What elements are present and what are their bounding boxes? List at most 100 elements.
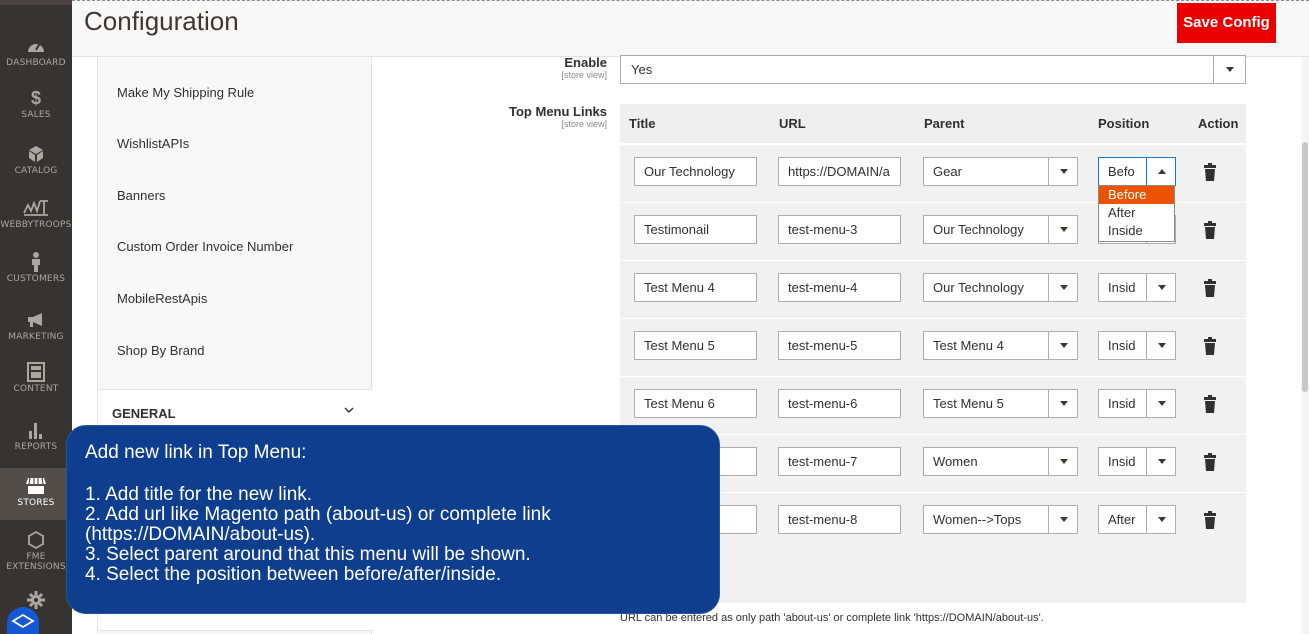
tab-custom-order-invoice-number[interactable]: Custom Order Invoice Number [117,239,293,254]
position-option-after[interactable]: After [1099,204,1174,222]
title-input[interactable]: Test Menu 4 [634,273,757,302]
chevron-down-icon [344,407,354,413]
url-input[interactable]: test-menu-3 [778,215,901,244]
fme-badge-icon[interactable] [7,607,39,634]
chevron-down-icon [1048,390,1077,417]
person-icon [32,252,40,272]
position-select[interactable]: Insid [1098,447,1176,476]
position-select-value: Insid [1108,454,1136,469]
url-input[interactable]: test-menu-4 [778,273,901,302]
chevron-down-icon [1146,448,1175,475]
top-menu-links-field-label: Top Menu Links [store view] [447,105,607,130]
title-input-value: Test Menu 5 [644,338,715,353]
chevron-down-icon [1146,390,1175,417]
position-dropdown-list[interactable]: Before After Inside [1098,185,1175,242]
position-select-value: After [1108,512,1136,527]
delete-row-trash-icon[interactable] [1203,395,1217,413]
nav-webbytroops[interactable]: WEBBYTROOPS [0,198,72,230]
title-input[interactable]: Test Menu 6 [634,389,757,418]
url-input[interactable]: https://DOMAIN/a [778,157,901,186]
parent-select[interactable]: Gear [923,157,1078,186]
position-select[interactable]: Insid [1098,273,1176,302]
tab-make-my-shipping-rule[interactable]: Make My Shipping Rule [117,85,254,100]
parent-select[interactable]: Test Menu 5 [923,389,1078,418]
tooltip-steps: 1. Add title for the new link. 2. Add ur… [85,485,701,585]
parent-select-value: Gear [933,164,962,179]
position-option-before[interactable]: Before [1099,186,1174,204]
position-select[interactable]: Insid [1098,331,1176,360]
nav-content[interactable]: CONTENT [0,362,72,394]
title-input[interactable]: Testimonail [634,215,757,244]
tooltip-step: 4. Select the position between before/af… [85,564,502,585]
nav-stores[interactable]: STORES [0,468,72,520]
url-input-value: test-menu-8 [788,512,858,527]
nav-marketing[interactable]: MARKETING [0,310,72,342]
delete-row-trash-icon[interactable] [1203,337,1217,355]
scrollbar-thumb[interactable] [1302,142,1308,392]
position-option-inside[interactable]: Inside [1099,222,1174,240]
save-config-button[interactable]: Save Config [1177,3,1276,43]
delete-row-trash-icon[interactable] [1203,163,1217,181]
url-input[interactable]: test-menu-5 [778,331,901,360]
position-select[interactable]: After [1098,505,1176,534]
enable-field-label: Enable [store view] [447,56,607,81]
position-select-value: Befo [1108,164,1135,179]
nav-label: EXTENSIONS [6,562,66,572]
url-input[interactable]: test-menu-8 [778,505,901,534]
nav-label: CUSTOMERS [6,274,66,284]
title-input[interactable]: Test Menu 5 [634,331,757,360]
title-input[interactable]: Our Technology [634,157,757,186]
chevron-down-icon [1146,332,1175,359]
parent-select[interactable]: Women-->Tops [923,505,1078,534]
megaphone-icon [28,313,42,327]
parent-select[interactable]: Our Technology [923,273,1078,302]
nav-reports[interactable]: REPORTS [0,420,72,452]
position-select-value: Insid [1108,396,1136,411]
delete-row-trash-icon[interactable] [1203,453,1217,471]
nav-dashboard[interactable]: DASHBOARD [0,36,72,68]
url-input-value: test-menu-7 [788,454,858,469]
nav-label: CATALOG [14,166,58,176]
table-header: Title URL Parent Position Action [620,104,1246,144]
url-input[interactable]: test-menu-6 [778,389,901,418]
delete-row-trash-icon[interactable] [1203,221,1217,239]
chevron-down-icon [1146,274,1175,301]
enable-select[interactable]: Yes [620,55,1246,84]
nav-catalog[interactable]: CATALOG [0,144,72,176]
nav-sales[interactable]: $ SALES [0,88,72,120]
column-header-title: Title [629,116,656,131]
title-input-value: Test Menu 4 [644,280,715,295]
enable-select-value: Yes [631,62,653,77]
delete-row-trash-icon[interactable] [1203,511,1217,529]
tab-banners[interactable]: Banners [117,188,165,203]
chevron-down-icon [1048,332,1077,359]
url-input-value: test-menu-4 [788,280,858,295]
nav-label: REPORTS [14,442,58,452]
tab-mobilerestapis[interactable]: MobileRestApis [117,291,207,306]
parent-select[interactable]: Our Technology [923,215,1078,244]
admin-sidebar: DASHBOARD $ SALES CATALOG WEBBYTROOPS CU… [0,0,72,634]
general-section-title: GENERAL [112,406,176,421]
storefront-icon [26,477,46,494]
parent-select[interactable]: Women [923,447,1078,476]
tab-shop-by-brand[interactable]: Shop By Brand [117,343,204,358]
nav-customers[interactable]: CUSTOMERS [0,252,72,284]
chevron-down-icon [1213,56,1245,83]
parent-select[interactable]: Test Menu 4 [923,331,1078,360]
title-input-value: Testimonail [644,222,710,237]
delete-row-trash-icon[interactable] [1203,279,1217,297]
nav-label: STORES [17,498,55,508]
help-tooltip: Add new link in Top Menu: 1. Add title f… [66,425,720,614]
column-header-parent: Parent [924,116,965,131]
position-select[interactable]: Befo [1098,157,1176,186]
url-input[interactable]: test-menu-7 [778,447,901,476]
page-title: Configuration [84,6,239,36]
position-select[interactable]: Insid [1098,389,1176,418]
tooltip-step: 3. Select parent around that this menu w… [85,544,531,565]
dashboard-icon [28,42,44,52]
layout-icon [27,362,45,382]
enable-scope: [store view] [561,70,607,80]
nav-fme-extensions[interactable]: FME EXTENSIONS [0,530,72,572]
tab-wishlistapis[interactable]: WishlistAPIs [117,136,189,151]
hexagon-icon [28,530,44,550]
